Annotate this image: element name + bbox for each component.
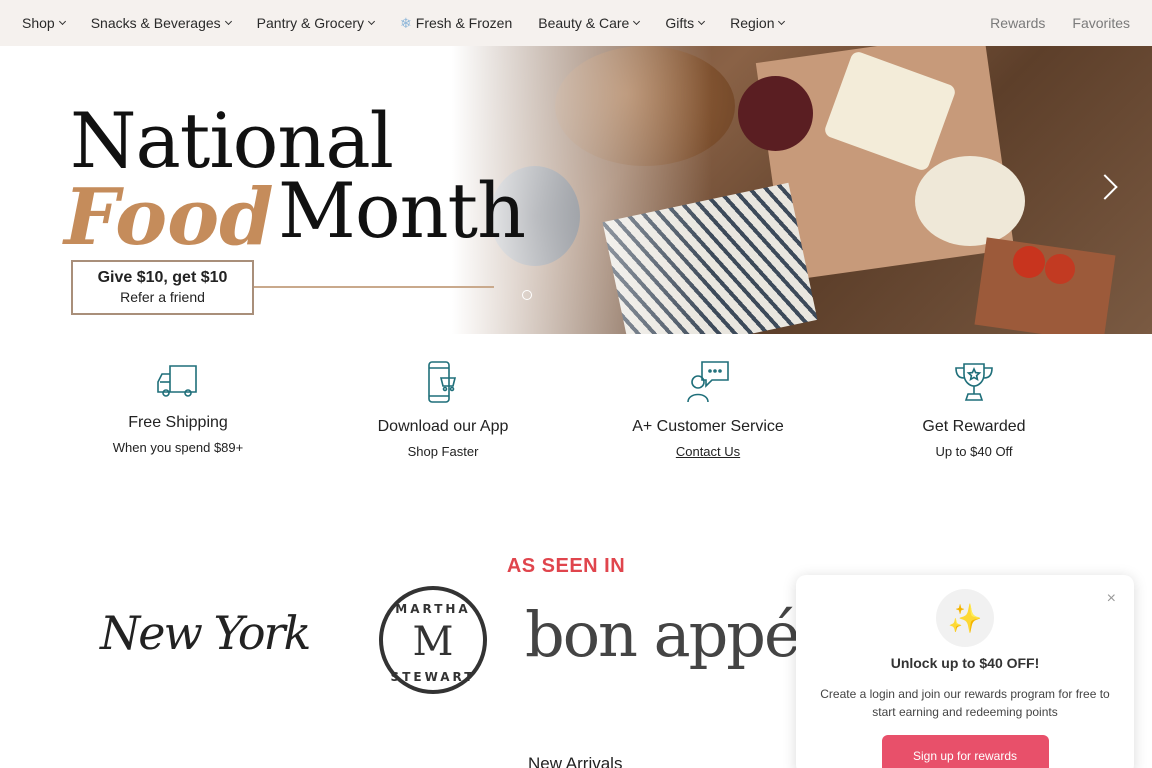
feature-subtitle: Up to $40 Off <box>935 444 1013 459</box>
close-icon[interactable]: × <box>1107 590 1116 608</box>
feature-get-rewarded: Get Rewarded Up to $40 Off <box>864 360 1084 459</box>
martha-stewart-logo: MARTHA M STEWART <box>379 586 487 694</box>
features-row: Free Shipping When you spend $89+ Downlo… <box>0 360 1152 470</box>
rewards-link[interactable]: Rewards <box>990 15 1045 31</box>
chat-support-icon <box>687 361 729 403</box>
martha-bottom-text: STEWART <box>391 670 476 684</box>
nav-region[interactable]: Region <box>730 15 786 31</box>
hero-jam <box>738 76 813 151</box>
hero-tomato <box>1045 254 1075 284</box>
hero-cheese <box>915 156 1025 246</box>
carousel-dot[interactable] <box>522 290 532 300</box>
refer-line2: Refer a friend <box>120 289 205 305</box>
feature-customer-service: A+ Customer Service Contact Us <box>598 360 818 459</box>
headline-month: Month <box>278 166 526 255</box>
refer-line1: Give $10, get $10 <box>97 269 228 286</box>
hero-headline: National Food Month <box>64 96 526 288</box>
feature-title: Get Rewarded <box>922 418 1026 435</box>
chevron-down-icon <box>778 17 786 26</box>
trophy-icon <box>955 363 993 401</box>
snowflake-icon: ❄ <box>400 14 412 31</box>
nav-fresh-frozen[interactable]: ❄ Fresh & Frozen <box>400 15 512 32</box>
nav-label: Gifts <box>665 15 695 31</box>
feature-subtitle: Shop Faster <box>407 444 479 459</box>
chevron-down-icon <box>368 17 376 26</box>
sign-up-rewards-button[interactable]: Sign up for rewards <box>881 735 1049 768</box>
nav-label: Region <box>730 15 775 31</box>
martha-top-text: MARTHA <box>395 602 470 616</box>
nav-label: Fresh & Frozen <box>415 15 513 31</box>
truck-icon <box>157 365 197 397</box>
nav-right-links: Rewards Favorites <box>963 0 1130 46</box>
martha-m-text: M <box>413 619 454 665</box>
nav-label: Shop <box>22 15 55 31</box>
chevron-down-icon <box>698 17 706 26</box>
chevron-down-icon <box>633 17 641 26</box>
hero-cracker <box>974 237 1116 334</box>
popup-text: Create a login and join our rewards prog… <box>820 687 1110 719</box>
new-york-logo: New York <box>100 606 311 660</box>
feature-title: Free Shipping <box>128 414 228 431</box>
feature-subtitle: When you spend $89+ <box>112 440 244 455</box>
chevron-down-icon <box>58 17 66 26</box>
rewards-popup: × ✨ Unlock up to $40 OFF! Create a login… <box>796 575 1134 768</box>
nav-pantry-grocery[interactable]: Pantry & Grocery <box>256 15 376 31</box>
refer-friend-button[interactable]: Give $10, get $10 Refer a friend <box>71 260 254 315</box>
sparkle-icon: ✨ <box>936 589 994 647</box>
feature-free-shipping: Free Shipping When you spend $89+ <box>68 360 288 455</box>
chevron-down-icon <box>224 17 232 26</box>
feature-download-app: Download our App Shop Faster <box>333 360 553 459</box>
feature-title: A+ Customer Service <box>632 418 784 435</box>
top-nav: Shop Snacks & Beverages Pantry & Grocery… <box>0 0 1152 46</box>
nav-beauty-care[interactable]: Beauty & Care <box>538 15 641 31</box>
bon-appetit-logo: bon appéti <box>525 598 841 671</box>
nav-gifts[interactable]: Gifts <box>665 15 706 31</box>
nav-label: Pantry & Grocery <box>256 15 365 31</box>
hero-tomato <box>1013 246 1045 278</box>
phone-cart-icon <box>428 361 457 403</box>
contact-us-link[interactable]: Contact Us <box>598 444 818 459</box>
favorites-link[interactable]: Favorites <box>1072 15 1130 31</box>
feature-title: Download our App <box>377 418 509 435</box>
nav-label: Beauty & Care <box>538 15 630 31</box>
headline-food: Food <box>64 172 274 263</box>
nav-label: Snacks & Beverages <box>90 15 221 31</box>
new-arrivals-heading: New Arrivals <box>528 754 623 768</box>
hero-banner: National Food Month Give $10, get $10 Re… <box>0 46 1152 334</box>
nav-shop[interactable]: Shop <box>22 15 66 31</box>
nav-snacks-beverages[interactable]: Snacks & Beverages <box>90 15 232 31</box>
popup-title: Unlock up to $40 OFF! <box>890 655 1040 671</box>
